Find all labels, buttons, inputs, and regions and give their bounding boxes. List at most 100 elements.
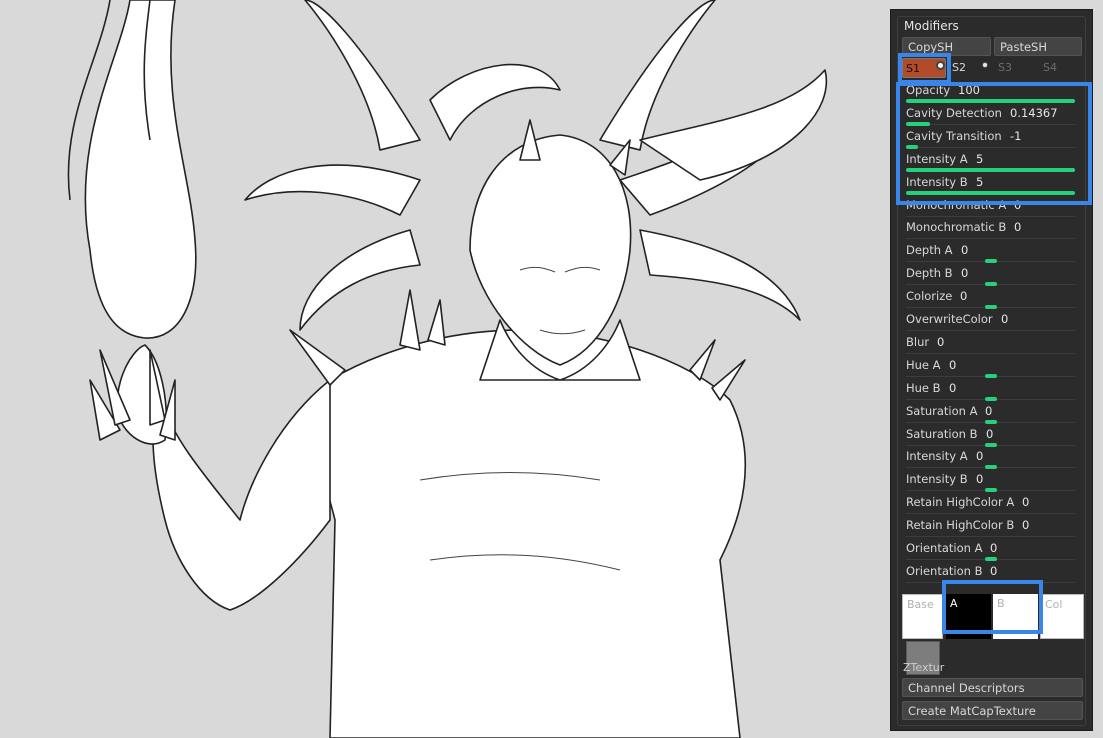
slider-track <box>906 215 1075 217</box>
slot-s1-button[interactable]: S1 <box>902 58 946 78</box>
slider-row[interactable]: Intensity B 0 <box>900 470 1083 493</box>
slider-knob[interactable] <box>984 396 997 401</box>
slider-value: 0 <box>961 243 969 258</box>
slider-value: 0.14367 <box>1010 105 1058 120</box>
slot-s3-button[interactable]: S3 <box>998 58 1012 78</box>
slider-label: Colorize <box>906 289 953 304</box>
slider-track <box>906 352 1075 354</box>
slider-row[interactable]: Orientation B 0 <box>900 562 1083 585</box>
slider-label: Cavity Transition <box>906 128 1002 143</box>
slider-knob[interactable] <box>984 373 997 378</box>
col-swatch-label: Col <box>1045 598 1063 611</box>
slider-label: Retain HighColor A <box>906 495 1015 510</box>
slider-value: -1 <box>1010 128 1022 143</box>
slider-row[interactable]: Retain HighColor A 0 <box>900 493 1083 516</box>
slider-knob[interactable] <box>984 465 997 470</box>
slider-value: 0 <box>961 266 969 281</box>
slider-row[interactable]: Intensity A 0 <box>900 447 1083 470</box>
slider-label: Saturation A <box>906 403 978 418</box>
slider-row[interactable]: Intensity B 5 <box>900 173 1083 196</box>
panel-title[interactable]: Modifiers <box>904 19 959 33</box>
slider-row[interactable]: Colorize 0 <box>900 287 1083 310</box>
slider-row[interactable]: Monochromatic B 0 <box>900 218 1083 241</box>
slider-knob[interactable] <box>984 259 997 264</box>
slider-value: 0 <box>960 289 968 304</box>
slider-row[interactable]: Cavity Detection 0.14367 <box>900 104 1083 127</box>
slot-s2-label: S2 <box>952 61 966 74</box>
b-swatch-label: B <box>997 597 1005 610</box>
slider-label: Orientation A <box>906 541 983 555</box>
slider-row[interactable]: Saturation A 0 <box>900 402 1083 425</box>
slider-row[interactable]: Retain HighColor B 0 <box>900 516 1083 539</box>
slider-knob[interactable] <box>984 488 997 493</box>
slider-label: Monochromatic A <box>906 197 1007 212</box>
slider-row[interactable]: Blur 0 <box>900 333 1083 356</box>
slider-row[interactable]: Depth B 0 <box>900 264 1083 287</box>
viewport-canvas[interactable] <box>0 0 890 738</box>
slider-value: 0 <box>1022 518 1030 533</box>
copysh-button[interactable]: CopySH <box>902 37 991 56</box>
slot-s2-button[interactable]: S2 <box>952 58 966 78</box>
slider-value: 0 <box>1022 495 1030 510</box>
slider-row[interactable]: Saturation B 0 <box>900 425 1083 448</box>
pastesh-button[interactable]: PasteSH <box>994 37 1082 56</box>
slider-knob[interactable] <box>984 557 997 561</box>
slider-value: 0 <box>976 449 984 464</box>
slider-row[interactable]: Orientation A 0 <box>900 539 1083 562</box>
slider-fill <box>906 167 1075 172</box>
slider-value: 0 <box>1014 197 1022 212</box>
slider-knob[interactable] <box>984 579 997 584</box>
slider-track <box>906 330 1075 331</box>
slider-track <box>906 123 1075 125</box>
slider-knob[interactable] <box>984 282 997 287</box>
a-swatch-label: A <box>950 597 958 610</box>
slider-fill <box>906 121 930 126</box>
slider-value: 5 <box>976 174 984 189</box>
base-swatch-label: Base <box>907 598 934 611</box>
slider-value: 0 <box>986 426 994 441</box>
slider-value: 0 <box>985 403 993 418</box>
slider-fill <box>906 190 1075 195</box>
slider-label: Blur <box>906 334 930 349</box>
slider-label: Intensity B <box>906 174 968 189</box>
slot-s3-label: S3 <box>998 61 1012 74</box>
slider-fill <box>906 144 918 149</box>
col-color-swatch[interactable]: Col <box>1040 594 1084 639</box>
slot-s2-dot <box>982 62 988 68</box>
modifiers-panel: Modifiers CopySH PasteSH S1 S2 S3 S4 Opa… <box>890 9 1093 731</box>
slot-s4-label: S4 <box>1043 61 1057 74</box>
slider-label: Saturation B <box>906 426 978 441</box>
slider-knob[interactable] <box>984 305 997 310</box>
slider-row[interactable]: Cavity Transition -1 <box>900 127 1083 150</box>
slider-row[interactable]: Monochromatic A 0 <box>900 196 1083 219</box>
slider-knob[interactable] <box>984 419 997 424</box>
slider-value: 0 <box>990 541 998 555</box>
slider-track <box>906 238 1075 240</box>
slider-label: OverwriteColor <box>906 312 993 326</box>
slider-row[interactable]: Intensity A 5 <box>900 150 1083 173</box>
slider-row[interactable]: Hue B 0 <box>900 379 1083 402</box>
a-color-swatch[interactable]: A <box>946 594 991 639</box>
slider-fill <box>906 99 1075 103</box>
slider-row[interactable]: Depth A 0 <box>900 241 1083 264</box>
slider-row[interactable]: Hue A 0 <box>900 356 1083 379</box>
slider-label: Intensity A <box>906 449 968 464</box>
base-color-swatch[interactable]: Base <box>902 594 943 639</box>
slider-label: Depth B <box>906 266 953 281</box>
channel-descriptors-button[interactable]: Channel Descriptors <box>902 678 1083 697</box>
slider-label: Monochromatic B <box>906 220 1007 235</box>
create-matcap-texture-button[interactable]: Create MatCapTexture <box>902 701 1083 720</box>
slider-label: Cavity Detection <box>906 105 1002 120</box>
slider-label: Intensity A <box>906 151 968 166</box>
slider-track <box>906 146 1075 148</box>
slider-label: Opacity <box>906 83 951 97</box>
slot-s4-button[interactable]: S4 <box>1043 58 1057 78</box>
slot-s1-active-indicator <box>936 61 945 70</box>
slider-track <box>906 513 1075 515</box>
slider-row[interactable]: Opacity 100 <box>900 81 1083 104</box>
slider-value: 100 <box>958 83 980 97</box>
b-color-swatch[interactable]: B <box>993 594 1038 639</box>
slider-value: 0 <box>1014 220 1022 235</box>
slider-knob[interactable] <box>984 442 997 447</box>
slider-row[interactable]: OverwriteColor 0 <box>900 310 1083 333</box>
